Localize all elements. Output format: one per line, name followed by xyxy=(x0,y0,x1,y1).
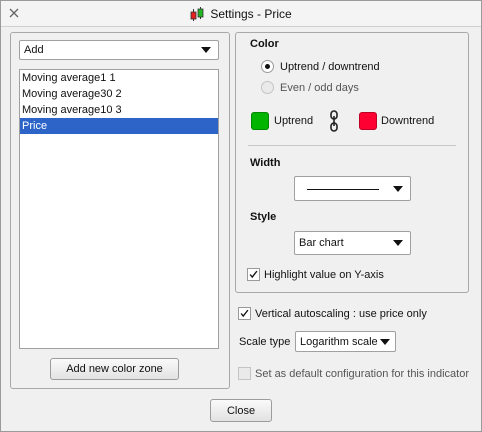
radio-button-unchecked[interactable] xyxy=(261,81,274,94)
highlight-label: Highlight value on Y-axis xyxy=(264,268,384,281)
default-config-option[interactable]: Set as default configuration for this in… xyxy=(238,367,469,380)
radio-uptrend-label: Uptrend / downtrend xyxy=(280,60,380,73)
list-item[interactable]: Moving average30 2 xyxy=(20,86,218,102)
downtrend-color-swatch[interactable] xyxy=(359,112,377,130)
chain-link-icon[interactable] xyxy=(328,110,340,132)
radio-button-checked[interactable] xyxy=(261,60,274,73)
settings-dialog: Settings - Price Add Moving average1 1 M… xyxy=(0,0,482,432)
default-config-label: Set as default configuration for this in… xyxy=(255,367,470,380)
add-indicator-select[interactable]: Add xyxy=(19,40,219,60)
window-title: Settings - Price xyxy=(210,7,292,21)
radio-even-odd[interactable]: Even / odd days xyxy=(261,81,359,94)
chart-style-value: Bar chart xyxy=(299,237,344,249)
indicator-list-panel: Add Moving average1 1 Moving average30 2… xyxy=(10,32,230,389)
list-item-selected[interactable]: Price xyxy=(20,118,218,134)
chevron-down-icon xyxy=(201,47,211,53)
close-button[interactable]: Close xyxy=(210,399,272,422)
appearance-panel: Color Uptrend / downtrend Even / odd day… xyxy=(235,32,469,293)
checkbox-unchecked[interactable] xyxy=(238,367,251,380)
scale-type-value: Logarithm scale xyxy=(300,335,378,348)
chevron-down-icon xyxy=(380,338,390,345)
title-group: Settings - Price xyxy=(1,1,481,27)
scale-type-select[interactable]: Logarithm scale xyxy=(295,331,396,352)
candlestick-chart-icon xyxy=(190,7,204,21)
checkbox-checked[interactable] xyxy=(238,307,251,320)
width-section-title: Width xyxy=(250,157,281,169)
title-bar: Settings - Price xyxy=(1,1,481,27)
section-divider xyxy=(248,145,456,146)
add-select-value: Add xyxy=(24,44,44,56)
vertical-autoscaling-option[interactable]: Vertical autoscaling : use price only xyxy=(238,307,427,320)
indicator-list[interactable]: Moving average1 1 Moving average30 2 Mov… xyxy=(19,69,219,349)
style-section-title: Style xyxy=(250,211,277,223)
vertical-autoscaling-label: Vertical autoscaling : use price only xyxy=(255,307,427,320)
downtrend-label: Downtrend xyxy=(381,115,435,127)
list-item[interactable]: Moving average10 3 xyxy=(20,102,218,118)
highlight-y-axis-option[interactable]: Highlight value on Y-axis xyxy=(247,268,384,281)
add-color-zone-button[interactable]: Add new color zone xyxy=(50,358,179,380)
line-width-select[interactable] xyxy=(294,176,411,201)
list-item[interactable]: Moving average1 1 xyxy=(20,70,218,86)
checkbox-checked[interactable] xyxy=(247,268,260,281)
scale-type-label: Scale type xyxy=(239,336,291,348)
chart-style-select[interactable]: Bar chart xyxy=(294,231,411,255)
radio-uptrend-downtrend[interactable]: Uptrend / downtrend xyxy=(261,60,380,73)
chevron-down-icon xyxy=(393,240,403,246)
uptrend-color-swatch[interactable] xyxy=(251,112,269,130)
uptrend-label: Uptrend xyxy=(274,115,314,127)
color-section-title: Color xyxy=(250,38,279,50)
chevron-down-icon xyxy=(393,185,403,192)
radio-evenodd-label: Even / odd days xyxy=(280,81,359,94)
solid-line-icon xyxy=(307,188,379,190)
